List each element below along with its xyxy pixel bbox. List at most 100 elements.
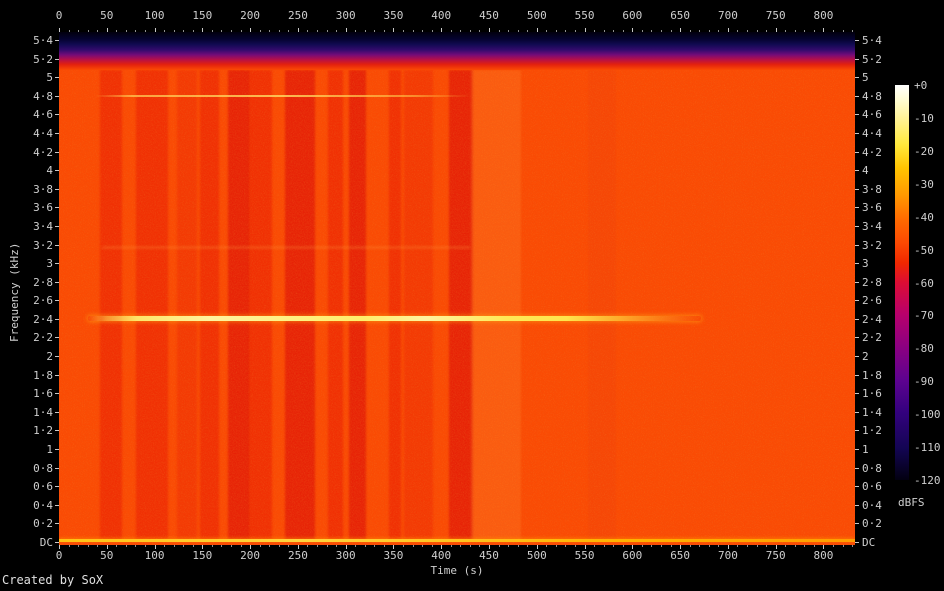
y-axis-tick xyxy=(55,374,59,376)
x-axis-minor-tick xyxy=(183,30,185,32)
x-axis-minor-tick xyxy=(718,545,720,547)
x-axis-major-tick xyxy=(297,28,299,32)
x-axis-minor-tick xyxy=(336,30,338,32)
x-axis-minor-tick xyxy=(231,30,232,32)
y-axis-tick xyxy=(855,318,859,320)
y-axis-tick-label: 5 xyxy=(862,71,869,85)
y-axis-tick xyxy=(855,300,859,302)
y-axis-tick xyxy=(855,504,859,506)
y-axis-tick-label: 5·2 xyxy=(862,52,882,66)
x-axis-minor-tick xyxy=(403,30,404,32)
x-axis-minor-tick xyxy=(211,30,213,32)
x-axis-major-tick xyxy=(489,28,490,32)
x-axis-tick-label: 0 xyxy=(55,9,63,22)
y-axis-tick xyxy=(55,114,59,116)
y-axis-tick xyxy=(55,58,59,60)
y-axis-tick-label: DC xyxy=(862,536,876,549)
x-axis-minor-tick xyxy=(594,545,596,547)
y-axis-tick xyxy=(55,77,59,79)
y-axis-tick-label: 1·4 xyxy=(33,405,53,419)
x-axis-minor-tick xyxy=(145,30,146,32)
y-axis-tick xyxy=(55,151,59,153)
x-axis-minor-tick xyxy=(565,545,567,547)
y-axis-tick xyxy=(855,77,859,79)
x-axis-minor-tick xyxy=(192,30,194,32)
y-axis-tick xyxy=(855,188,859,190)
y-axis-tick xyxy=(55,225,59,227)
y-axis-tick xyxy=(55,318,59,320)
x-axis-minor-tick xyxy=(785,30,787,32)
y-axis-tick-label: 4 xyxy=(46,164,53,178)
x-axis-minor-tick xyxy=(164,30,166,32)
y-axis-tick xyxy=(855,356,859,358)
x-axis-minor-tick xyxy=(317,545,318,547)
x-axis-minor-tick xyxy=(737,30,739,32)
y-axis-tick xyxy=(855,151,859,153)
x-axis-major-tick xyxy=(680,28,682,32)
x-axis-minor-tick xyxy=(145,545,146,547)
x-axis-minor-tick xyxy=(813,545,815,547)
x-axis-minor-tick xyxy=(833,30,835,32)
x-axis-minor-tick xyxy=(469,545,471,547)
y-axis-tick xyxy=(55,300,59,302)
y-axis-tick-label: 3·4 xyxy=(33,219,53,233)
y-axis-tick-label: 2·6 xyxy=(33,294,53,308)
y-axis-tick xyxy=(55,132,59,134)
colorbar-tick-label: -70 xyxy=(914,309,934,323)
x-axis-minor-tick xyxy=(546,30,548,32)
x-axis-tick-label: 100 xyxy=(144,9,165,22)
x-axis-minor-tick xyxy=(622,545,624,547)
x-axis-tick-label: 600 xyxy=(622,549,643,562)
x-axis-minor-tick xyxy=(794,30,796,32)
x-axis-minor-tick xyxy=(326,545,328,547)
x-axis-minor-tick xyxy=(670,545,672,547)
x-axis-minor-tick xyxy=(555,30,557,32)
y-axis-tick xyxy=(55,486,59,488)
x-axis-minor-tick xyxy=(527,545,529,547)
y-axis-tick xyxy=(55,170,59,172)
y-axis-tick xyxy=(55,504,59,506)
x-axis-minor-tick xyxy=(68,30,70,32)
x-axis-minor-tick xyxy=(670,30,672,32)
y-axis-tick-label: 0·8 xyxy=(33,461,53,475)
y-axis-tick-label: 1·2 xyxy=(33,424,53,438)
x-axis-tick-label: 650 xyxy=(670,549,691,562)
x-axis-tick-label: 350 xyxy=(383,549,404,562)
colorbar-unit-label: dBFS xyxy=(898,496,925,509)
y-axis-tick xyxy=(855,244,859,246)
x-axis-minor-tick xyxy=(603,30,605,32)
x-axis-major-tick xyxy=(59,28,60,32)
x-axis-major-tick xyxy=(536,28,538,32)
colorbar-tick-label: -110 xyxy=(914,441,941,455)
y-axis-tick-label: 3·6 xyxy=(33,201,53,215)
x-axis-minor-tick xyxy=(555,545,557,547)
x-axis-major-tick xyxy=(106,28,108,32)
colorbar-tick-label: -80 xyxy=(914,342,934,356)
x-axis-minor-tick xyxy=(278,545,280,547)
y-axis-tick xyxy=(55,95,59,97)
y-axis-tick-label: 0·2 xyxy=(862,517,882,531)
x-axis-minor-tick xyxy=(431,30,433,32)
x-axis-minor-tick xyxy=(383,30,385,32)
colorbar-tick-label: -30 xyxy=(914,177,934,191)
x-axis-minor-tick xyxy=(661,30,663,32)
tonal-lines-layer xyxy=(59,32,855,545)
x-axis-minor-tick xyxy=(364,545,366,547)
x-axis-minor-tick xyxy=(708,545,710,547)
x-axis-title: Time (s) xyxy=(430,564,484,577)
y-axis-tick xyxy=(55,39,59,41)
x-axis-tick-label: 250 xyxy=(287,549,308,562)
x-axis-minor-tick xyxy=(125,545,127,547)
x-axis-tick-label: 600 xyxy=(622,9,643,22)
x-axis-minor-tick xyxy=(97,545,99,547)
x-axis-minor-tick xyxy=(756,545,758,547)
x-axis-minor-tick xyxy=(833,545,835,547)
x-axis-tick-label: 500 xyxy=(526,9,547,22)
y-axis-tick xyxy=(855,281,859,283)
y-axis-tick xyxy=(855,58,859,60)
y-axis-tick xyxy=(855,132,859,134)
x-axis-minor-tick xyxy=(221,30,223,32)
x-axis-minor-tick xyxy=(766,30,768,32)
y-axis-tick xyxy=(855,263,859,265)
x-axis-tick-label: 750 xyxy=(765,9,786,22)
